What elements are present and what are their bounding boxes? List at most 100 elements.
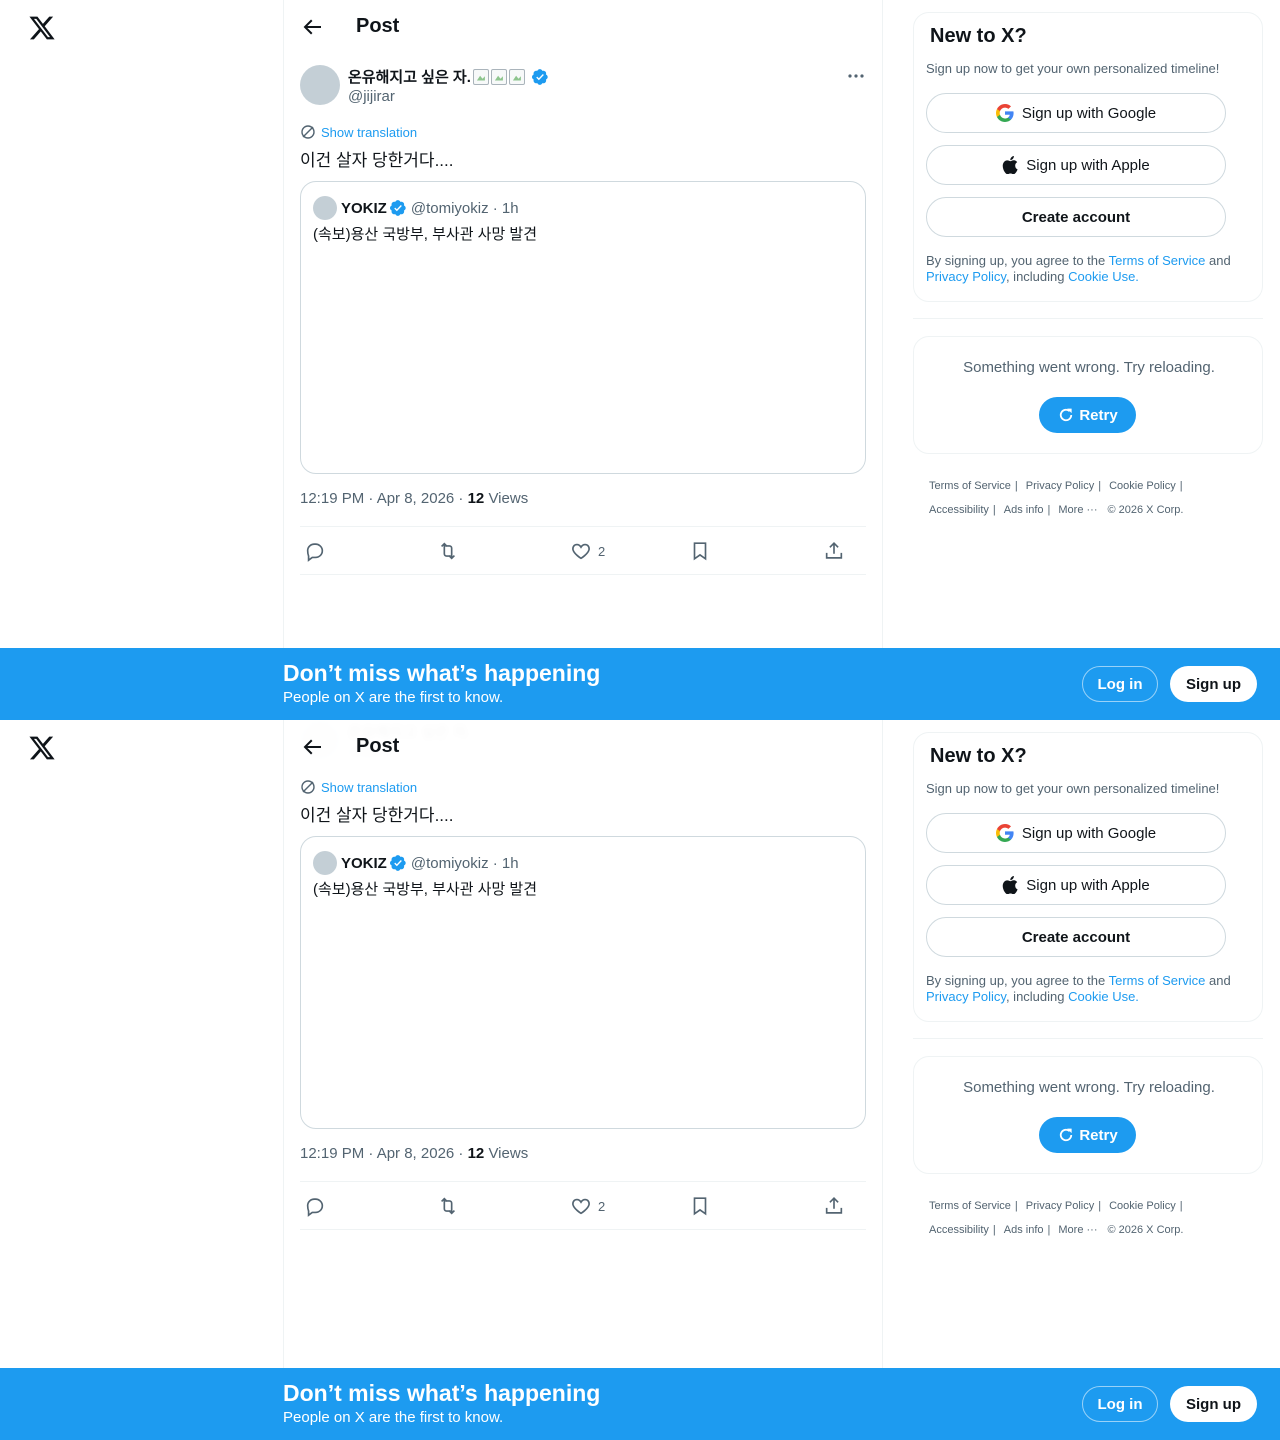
banner-title: Don’t miss what’s happening (283, 1380, 601, 1406)
sidebar-divider (913, 318, 1263, 319)
cookie-link[interactable]: Cookie Use. (1068, 989, 1139, 1004)
create-account-label: Create account (1021, 928, 1131, 946)
avatar (313, 196, 337, 220)
signup-apple-button[interactable]: Sign up with Apple (926, 145, 1226, 185)
signup-google-button[interactable]: Sign up with Google (926, 813, 1226, 853)
share-button[interactable] (823, 1194, 845, 1218)
screen-frame-bottom: 온유해지고 싶은 자. @jijirar Show translation 이건… (0, 720, 1280, 1440)
author-handle[interactable]: @jijirar (348, 88, 395, 105)
google-icon (995, 824, 1014, 842)
create-account-button[interactable]: Create account (926, 917, 1226, 957)
signup-card: New to X? Sign up now to get your own pe… (913, 732, 1263, 1022)
back-arrow-icon[interactable] (300, 735, 324, 759)
bookmark-button[interactable] (689, 539, 711, 563)
post-actions: 2 (300, 526, 866, 575)
share-button[interactable] (823, 539, 845, 563)
like-button[interactable]: 2 (570, 1194, 605, 1218)
footer-separator: | (1179, 1200, 1183, 1212)
signup-google-label: Sign up with Google (1021, 824, 1157, 842)
post-timestamp[interactable]: 12:19 PM · Apr 8, 2026 · (300, 1145, 468, 1162)
repost-icon (440, 542, 456, 560)
legal-text: By signing up, you agree to the Terms of… (926, 973, 1252, 1005)
banner-title: Don’t miss what’s happening (283, 660, 601, 686)
avatar[interactable] (300, 65, 340, 105)
footer-ads-link[interactable]: Ads info (1004, 498, 1044, 522)
legal-and: and (1205, 253, 1231, 268)
signup-button[interactable]: Sign up (1170, 1386, 1257, 1422)
signup-google-label: Sign up with Google (1021, 104, 1157, 122)
footer-separator: | (1098, 480, 1102, 492)
like-count: 2 (598, 1198, 606, 1214)
like-button[interactable]: 2 (570, 539, 605, 563)
footer-cookie-link[interactable]: Cookie Policy (1109, 474, 1176, 498)
footer-cookie-link[interactable]: Cookie Policy (1109, 1194, 1176, 1218)
footer-ads-link[interactable]: Ads info (1004, 1218, 1044, 1242)
reply-icon (306, 1198, 324, 1217)
signup-apple-button[interactable]: Sign up with Apple (926, 865, 1226, 905)
post-timestamp[interactable]: 12:19 PM · Apr 8, 2026 · (300, 490, 468, 507)
show-translation-link[interactable]: Show translation (300, 124, 417, 140)
footer-privacy-link[interactable]: Privacy Policy (1026, 1194, 1094, 1218)
footer-accessibility-link[interactable]: Accessibility (929, 1218, 989, 1242)
quoted-author-handle-time: @tomiyokiz · 1h (410, 854, 519, 872)
login-button[interactable]: Log in (1082, 1386, 1158, 1422)
legal-prefix: By signing up, you agree to the (926, 253, 1109, 268)
banner-subtitle: People on X are the first to know. (283, 689, 504, 706)
show-translation-link[interactable]: Show translation (300, 779, 417, 795)
footer-more-link[interactable]: More ··· (1058, 1218, 1097, 1242)
quoted-post[interactable]: YOKIZ @tomiyokiz · 1h (속보)용산 국방부, 부사관 사망… (300, 836, 866, 1129)
footer-more-link[interactable]: More ··· (1058, 498, 1097, 522)
footer-copyright: © 2026 X Corp. (1107, 1224, 1184, 1236)
heart-icon (572, 1198, 590, 1215)
verified-badge-icon[interactable] (531, 68, 549, 86)
screen-frame-top: Post 온유해지고 싶은 자. @jijirar Show translati… (0, 0, 1280, 720)
footer-terms-link[interactable]: Terms of Service (929, 474, 1011, 498)
footer-separator: | (1014, 1200, 1018, 1212)
create-account-button[interactable]: Create account (926, 197, 1226, 237)
repost-button[interactable] (437, 1194, 459, 1218)
x-logo-icon[interactable] (28, 14, 56, 42)
legal-including: , including (1005, 989, 1069, 1004)
more-options-icon[interactable] (844, 64, 868, 88)
privacy-link[interactable]: Privacy Policy (926, 989, 1006, 1004)
quoted-post-text: (속보)용산 국방부, 부사관 사망 발견 (313, 881, 538, 898)
login-button[interactable]: Log in (1082, 666, 1158, 702)
retry-label: Retry (1079, 406, 1118, 424)
signup-google-button[interactable]: Sign up with Google (926, 93, 1226, 133)
footer-separator: | (1098, 1200, 1102, 1212)
privacy-link[interactable]: Privacy Policy (926, 269, 1006, 284)
post-text: 이건 살자 당한거다.... (300, 806, 454, 825)
signup-apple-label: Sign up with Apple (1026, 876, 1150, 894)
reply-button[interactable] (304, 1194, 326, 1218)
footer-privacy-link[interactable]: Privacy Policy (1026, 474, 1094, 498)
show-translation-label[interactable]: Show translation (321, 125, 417, 140)
refresh-icon (1060, 408, 1073, 422)
scrolled-content: 온유해지고 싶은 자. @jijirar Show translation 이건… (284, 720, 882, 1440)
back-arrow-icon[interactable] (300, 15, 324, 39)
show-translation-label[interactable]: Show translation (321, 780, 417, 795)
footer-accessibility-link[interactable]: Accessibility (929, 498, 989, 522)
repost-button[interactable] (437, 539, 459, 563)
signup-title: New to X? (930, 745, 1027, 767)
reply-button[interactable] (304, 539, 326, 563)
signup-button[interactable]: Sign up (1170, 666, 1257, 702)
signup-subtitle: Sign up now to get your own personalized… (926, 781, 1220, 796)
error-message: Something went wrong. Try reloading. (963, 1079, 1215, 1096)
footer-separator: | (992, 1224, 996, 1236)
author-name[interactable]: 온유해지고 싶은 자. (348, 66, 471, 87)
verified-badge-icon (389, 855, 406, 871)
retry-button[interactable]: Retry (1039, 1117, 1136, 1153)
share-icon (825, 1197, 843, 1214)
bookmark-button[interactable] (689, 1194, 711, 1218)
footer-terms-link[interactable]: Terms of Service (929, 1194, 1011, 1218)
author-name-row[interactable]: 온유해지고 싶은 자. (348, 66, 549, 87)
x-logo-icon[interactable] (28, 734, 56, 762)
post-meta: 12:19 PM · Apr 8, 2026 · 12 Views (300, 490, 528, 507)
create-account-label: Create account (1021, 208, 1131, 226)
cookie-link[interactable]: Cookie Use. (1068, 269, 1139, 284)
terms-link[interactable]: Terms of Service (1109, 973, 1206, 988)
quoted-post[interactable]: YOKIZ @tomiyokiz · 1h (속보)용산 국방부, 부사관 사망… (300, 181, 866, 474)
terms-link[interactable]: Terms of Service (1109, 253, 1206, 268)
signup-title: New to X? (930, 25, 1027, 47)
retry-button[interactable]: Retry (1039, 397, 1136, 433)
